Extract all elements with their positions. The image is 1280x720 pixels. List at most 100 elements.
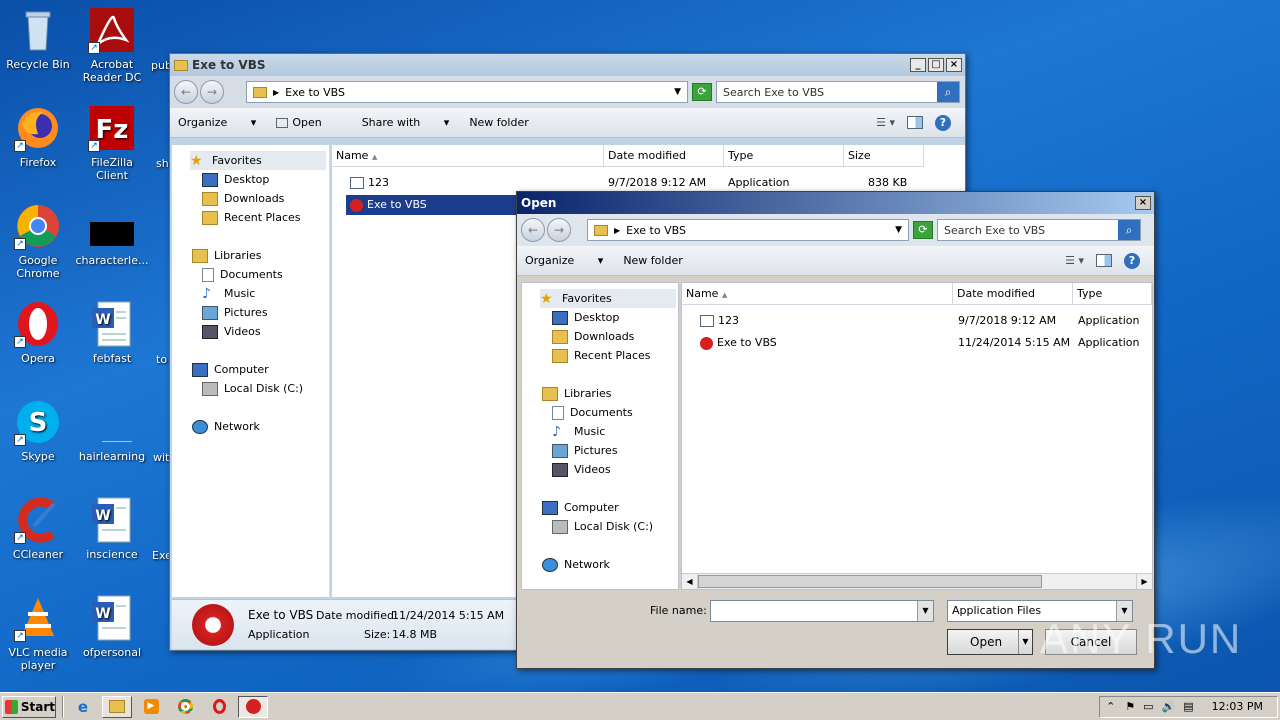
horizontal-scrollbar[interactable]: ◀ ▶ [682,573,1152,589]
chevron-down-icon[interactable]: ▼ [674,87,681,97]
desktop-icon-opera[interactable]: ↗ Opera [0,300,76,365]
forward-arrow-icon[interactable]: → [200,80,224,104]
column-header-date[interactable]: Date modified [953,283,1073,305]
open-button[interactable]: Open ▼ [947,629,1033,655]
nav-desktop[interactable]: Desktop [192,170,329,189]
help-icon[interactable]: ? [1124,252,1140,269]
search-icon[interactable]: ⌕ [937,82,959,102]
file-row[interactable]: 123 9/7/2018 9:12 AM Application [696,311,1146,331]
desktop-icon-recycle-bin[interactable]: Recycle Bin [0,6,76,71]
open-dialog[interactable]: Open × ← → ▶ Exe to VBS ▼ ⟳ Search Exe t… [516,191,1155,669]
nav-desktop[interactable]: Desktop [542,308,678,327]
chevron-down-icon[interactable]: ▼ [1018,630,1032,654]
nav-videos[interactable]: Videos [542,460,678,479]
nav-music[interactable]: ♪ Music [192,284,329,303]
start-button[interactable]: Start [2,695,56,718]
nav-local-disk[interactable]: Local Disk (C:) [542,517,678,536]
scroll-thumb[interactable] [698,575,1042,588]
file-name-input[interactable]: ▼ [710,600,934,622]
desktop-icon-vlc[interactable]: ↗ VLC media player [0,594,76,672]
nav-local-disk[interactable]: Local Disk (C:) [192,379,329,398]
close-button[interactable]: × [946,58,962,72]
nav-pictures[interactable]: Pictures [192,303,329,322]
nav-computer[interactable]: Computer [192,360,329,379]
file-row[interactable]: Exe to VBS 11/24/2014 5:15 AM Applicatio… [696,333,1146,353]
nav-network[interactable]: Network [542,555,678,574]
back-arrow-icon[interactable]: ← [174,80,198,104]
help-icon[interactable]: ? [935,114,951,131]
search-input[interactable]: Search Exe to VBS ⌕ [937,219,1141,241]
clock[interactable]: 12:03 PM [1212,700,1263,713]
maximize-button[interactable]: □ [928,58,944,72]
volume-icon[interactable]: 🔊 [1162,700,1176,713]
desktop-icon-partial-to[interactable]: to [156,353,167,366]
nav-recent-places[interactable]: Recent Places [192,208,329,227]
refresh-icon[interactable]: ⟳ [913,221,933,239]
chevron-down-icon[interactable]: ▼ [917,601,933,621]
share-with-menu[interactable]: Share with ▾ [362,116,450,129]
nav-network[interactable]: Network [192,417,329,436]
preview-pane-icon[interactable] [1096,254,1112,267]
network-tray-icon[interactable]: ▭ [1143,700,1153,713]
nav-downloads[interactable]: Downloads [542,327,678,346]
back-arrow-icon[interactable]: ← [521,218,545,242]
forward-arrow-icon[interactable]: → [547,218,571,242]
open-dialog-titlebar[interactable]: Open × [517,192,1154,214]
nav-music[interactable]: ♪ Music [542,422,678,441]
column-header-date[interactable]: Date modified [604,145,724,167]
taskbar-explorer-icon[interactable] [102,695,132,718]
notification-icon[interactable]: ▤ [1183,700,1193,713]
search-input[interactable]: Search Exe to VBS ⌕ [716,81,960,103]
nav-documents[interactable]: Documents [542,403,678,422]
nav-libraries[interactable]: Libraries [192,246,329,265]
desktop-icon-ofpersonal[interactable]: W ofpersonal [74,594,150,659]
organize-menu[interactable]: Organize ▾ [178,116,256,129]
scroll-right-icon[interactable]: ▶ [1136,574,1152,589]
nav-pictures[interactable]: Pictures [542,441,678,460]
nav-downloads[interactable]: Downloads [192,189,329,208]
new-folder-button[interactable]: New folder [469,116,528,129]
nav-documents[interactable]: Documents [192,265,329,284]
desktop-icon-hairlearning[interactable]: hairlearning [74,398,150,463]
nav-favorites[interactable]: ★ Favorites [540,289,676,308]
taskbar-chrome-icon[interactable] [170,696,200,718]
open-button[interactable]: Open [276,116,341,129]
desktop-icon-firefox[interactable]: ↗ Firefox [0,104,76,169]
nav-libraries[interactable]: Libraries [542,384,678,403]
nav-computer[interactable]: Computer [542,498,678,517]
address-bar[interactable]: ▶ Exe to VBS ▼ [246,81,688,103]
address-bar[interactable]: ▶ Exe to VBS ▼ [587,219,909,241]
file-row-selected[interactable]: Exe to VBS [346,195,518,215]
desktop-icon-characterle[interactable]: characterle... [74,202,150,267]
desktop-icon-filezilla[interactable]: Fz ↗ FileZilla Client [74,104,150,182]
desktop-icon-acrobat[interactable]: ↗ Acrobat Reader DC [74,6,150,84]
desktop-icon-febfast[interactable]: W febfast [74,300,150,365]
desktop-icon-inscience[interactable]: W inscience [74,496,150,561]
flag-icon[interactable]: ⚑ [1125,700,1135,713]
view-options-icon[interactable]: ☰ ▾ [876,116,895,129]
taskbar-media-player-icon[interactable]: ▶ [136,696,166,718]
view-options-icon[interactable]: ☰ ▾ [1065,254,1084,267]
desktop-icon-ccleaner[interactable]: ↗ CCleaner [0,496,76,561]
taskbar-opera-icon[interactable] [204,696,234,718]
nav-recent-places[interactable]: Recent Places [542,346,678,365]
column-header-name[interactable]: Name ▲ [682,283,953,305]
file-row[interactable]: 123 9/7/2018 9:12 AM Application 838 KB [346,173,956,193]
column-header-type[interactable]: Type [724,145,844,167]
column-header-name[interactable]: Name ▲ [332,145,604,167]
new-folder-button[interactable]: New folder [623,254,682,267]
desktop-icon-skype[interactable]: S ↗ Skype [0,398,76,463]
taskbar-ie-icon[interactable]: e [68,696,98,718]
nav-favorites[interactable]: ★ Favorites [190,151,326,170]
tray-expand-icon[interactable]: ⌃ [1106,700,1115,713]
column-header-type[interactable]: Type [1073,283,1152,305]
scroll-left-icon[interactable]: ◀ [682,574,698,589]
chevron-down-icon[interactable]: ▼ [895,225,902,235]
refresh-icon[interactable]: ⟳ [692,83,712,101]
desktop-icon-partial-sh[interactable]: sh [156,157,169,170]
desktop-icon-chrome[interactable]: ↗ Google Chrome [0,202,76,280]
minimize-button[interactable]: _ [910,58,926,72]
taskbar-exe-to-vbs-icon[interactable] [238,695,268,718]
nav-videos[interactable]: Videos [192,322,329,341]
explorer-titlebar[interactable]: Exe to VBS _ □ × [170,54,965,76]
